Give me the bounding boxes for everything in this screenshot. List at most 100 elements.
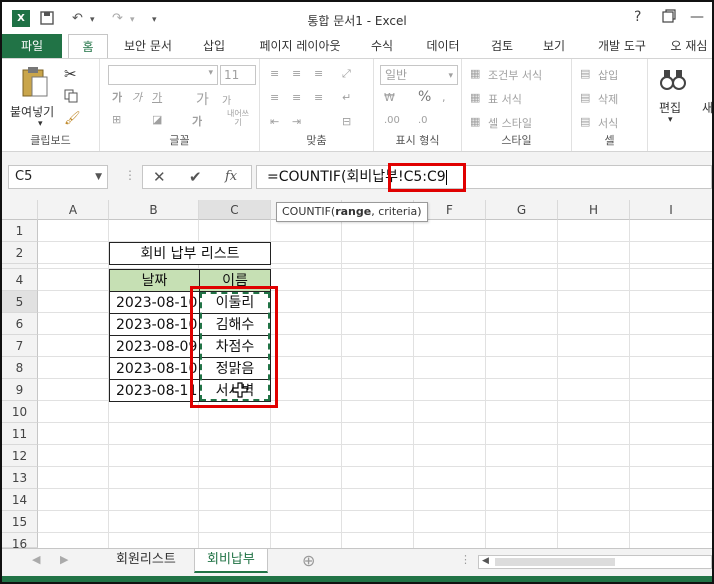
row-header-12[interactable]: 12	[2, 445, 38, 467]
paste-button[interactable]: 붙여넣기	[10, 103, 54, 120]
scroll-left-icon[interactable]: ◀	[482, 556, 489, 566]
align-left-icon[interactable]: ≡	[270, 91, 279, 104]
next-sheet-icon[interactable]: ▶	[60, 553, 68, 566]
tab-data[interactable]: 데이터	[418, 34, 468, 58]
tab-review[interactable]: 검토	[480, 34, 524, 58]
horizontal-scrollbar[interactable]: ◀	[478, 555, 712, 569]
tab-split-grip-icon[interactable]: ⋮	[460, 553, 471, 566]
binoculars-icon[interactable]	[660, 67, 686, 93]
scrollbar-thumb[interactable]	[495, 558, 615, 566]
align-right-icon[interactable]: ≡	[314, 91, 323, 104]
conditional-format-button[interactable]: 조건부 서식	[488, 67, 542, 83]
cut-icon[interactable]: ✂	[64, 65, 77, 83]
date-cell-b7[interactable]: 2023-08-09	[109, 335, 200, 358]
fill-color-icon[interactable]: ◪	[152, 113, 162, 126]
paste-icon[interactable]	[20, 65, 50, 99]
row-header-11[interactable]: 11	[2, 423, 38, 445]
date-cell-b5[interactable]: 2023-08-10	[109, 291, 200, 314]
row-header-2[interactable]: 2	[2, 242, 38, 264]
column-header-b[interactable]: B	[109, 200, 199, 220]
new-group-button[interactable]: 새	[702, 99, 712, 116]
editing-button[interactable]: 편집	[659, 99, 681, 116]
format-as-table-button[interactable]: 표 서식	[488, 91, 522, 107]
font-color-icon[interactable]: 가	[192, 113, 202, 129]
format-cells-icon[interactable]: ▤	[580, 115, 590, 128]
align-top-icon[interactable]: ≡	[270, 67, 279, 80]
row-header-5[interactable]: 5	[2, 291, 38, 313]
increase-decimal-icon[interactable]: .00	[384, 115, 400, 126]
row-header-13[interactable]: 13	[2, 467, 38, 489]
row-header-6[interactable]: 6	[2, 313, 38, 335]
column-header-g[interactable]: G	[486, 200, 558, 220]
tab-protected-doc[interactable]: 보안 문서	[114, 34, 182, 58]
format-painter-icon[interactable]: 🖌	[64, 111, 81, 126]
delete-cells-button[interactable]: 삭제	[598, 91, 618, 107]
add-sheet-icon[interactable]: ⊕	[302, 551, 315, 570]
insert-cells-icon[interactable]: ▤	[580, 67, 590, 80]
row-header-7[interactable]: 7	[2, 335, 38, 357]
sheet-tab-members[interactable]: 회원리스트	[104, 549, 188, 573]
merge-center-icon[interactable]: ⊟	[342, 115, 351, 128]
cancel-button[interactable]: ✕	[153, 168, 166, 186]
row-header-9[interactable]: 9	[2, 379, 38, 401]
column-header-a[interactable]: A	[38, 200, 109, 220]
format-as-table-icon[interactable]: ▦	[470, 91, 480, 104]
column-header-h[interactable]: H	[558, 200, 630, 220]
editing-dropdown-icon[interactable]: ▾	[668, 115, 673, 125]
bold-button[interactable]: 가	[112, 89, 122, 105]
formula-input[interactable]: =COUNTIF(회비납부!C5:C9	[256, 165, 712, 189]
decrease-decimal-icon[interactable]: .0	[418, 115, 428, 126]
phonetic-button[interactable]: 내어쓰기	[226, 109, 250, 127]
font-name-box[interactable]: ▾	[108, 65, 218, 85]
restore-icon[interactable]	[662, 9, 676, 27]
font-size-box[interactable]: 11	[220, 65, 256, 85]
minimize-button[interactable]: —	[690, 9, 704, 25]
tab-file[interactable]: 파일	[2, 34, 62, 58]
number-format-box[interactable]: 일반 ▾	[380, 65, 458, 85]
sheet-tab-dues[interactable]: 회비납부	[194, 549, 268, 573]
wrap-text-icon[interactable]: ↵	[342, 91, 351, 104]
row-header-1[interactable]: 1	[2, 220, 38, 242]
align-middle-icon[interactable]: ≡	[292, 67, 301, 80]
help-button[interactable]: ?	[634, 9, 641, 25]
prev-sheet-icon[interactable]: ◀	[32, 553, 40, 566]
copy-icon[interactable]	[64, 89, 78, 106]
align-center-icon[interactable]: ≡	[292, 91, 301, 104]
decrease-indent-icon[interactable]: ⇤	[270, 115, 279, 128]
cell-styles-icon[interactable]: ▦	[470, 115, 480, 128]
tab-formulas[interactable]: 수식	[362, 34, 402, 58]
insert-cells-button[interactable]: 삽입	[598, 67, 618, 83]
grow-font-icon[interactable]: 가	[196, 89, 209, 109]
italic-button[interactable]: 가	[132, 89, 142, 105]
header-date-cell[interactable]: 날짜	[109, 269, 200, 292]
cell-styles-button[interactable]: 셀 스타일	[488, 115, 532, 131]
row-header-16[interactable]: 16	[2, 533, 38, 551]
comma-icon[interactable]: ,	[442, 91, 446, 104]
list-title-cell[interactable]: 회비 납부 리스트	[109, 242, 271, 265]
conditional-format-icon[interactable]: ▦	[470, 67, 480, 80]
name-box-dropdown-icon[interactable]: ▼	[95, 166, 102, 188]
tab-page-layout[interactable]: 페이지 레이아웃	[250, 34, 350, 58]
column-header-c[interactable]: C	[199, 200, 271, 220]
row-header-10[interactable]: 10	[2, 401, 38, 423]
tab-home[interactable]: 홈	[68, 34, 108, 59]
tab-view[interactable]: 보기	[534, 34, 574, 58]
currency-icon[interactable]: ₩	[384, 91, 395, 104]
border-icon[interactable]: ⊞	[112, 113, 121, 126]
select-all-corner[interactable]	[2, 200, 38, 220]
row-header-8[interactable]: 8	[2, 357, 38, 379]
align-bottom-icon[interactable]: ≡	[314, 67, 323, 80]
paste-dropdown-icon[interactable]: ▾	[38, 119, 43, 129]
percent-button[interactable]: %	[418, 89, 431, 105]
worksheet-grid[interactable]: A B C D E F G H I 1 2 3 4 5 6 7 8 9 10 1…	[2, 200, 712, 551]
enter-button[interactable]: ✔	[189, 168, 202, 186]
date-cell-b8[interactable]: 2023-08-10	[109, 357, 200, 380]
column-header-i[interactable]: I	[630, 200, 712, 220]
delete-cells-icon[interactable]: ▤	[580, 91, 590, 104]
date-cell-b6[interactable]: 2023-08-10	[109, 313, 200, 336]
increase-indent-icon[interactable]: ⇥	[292, 115, 301, 128]
insert-function-button[interactable]: fx	[225, 169, 237, 184]
format-cells-button[interactable]: 서식	[598, 115, 618, 131]
underline-button[interactable]: 가	[152, 89, 162, 105]
row-header-15[interactable]: 15	[2, 511, 38, 533]
